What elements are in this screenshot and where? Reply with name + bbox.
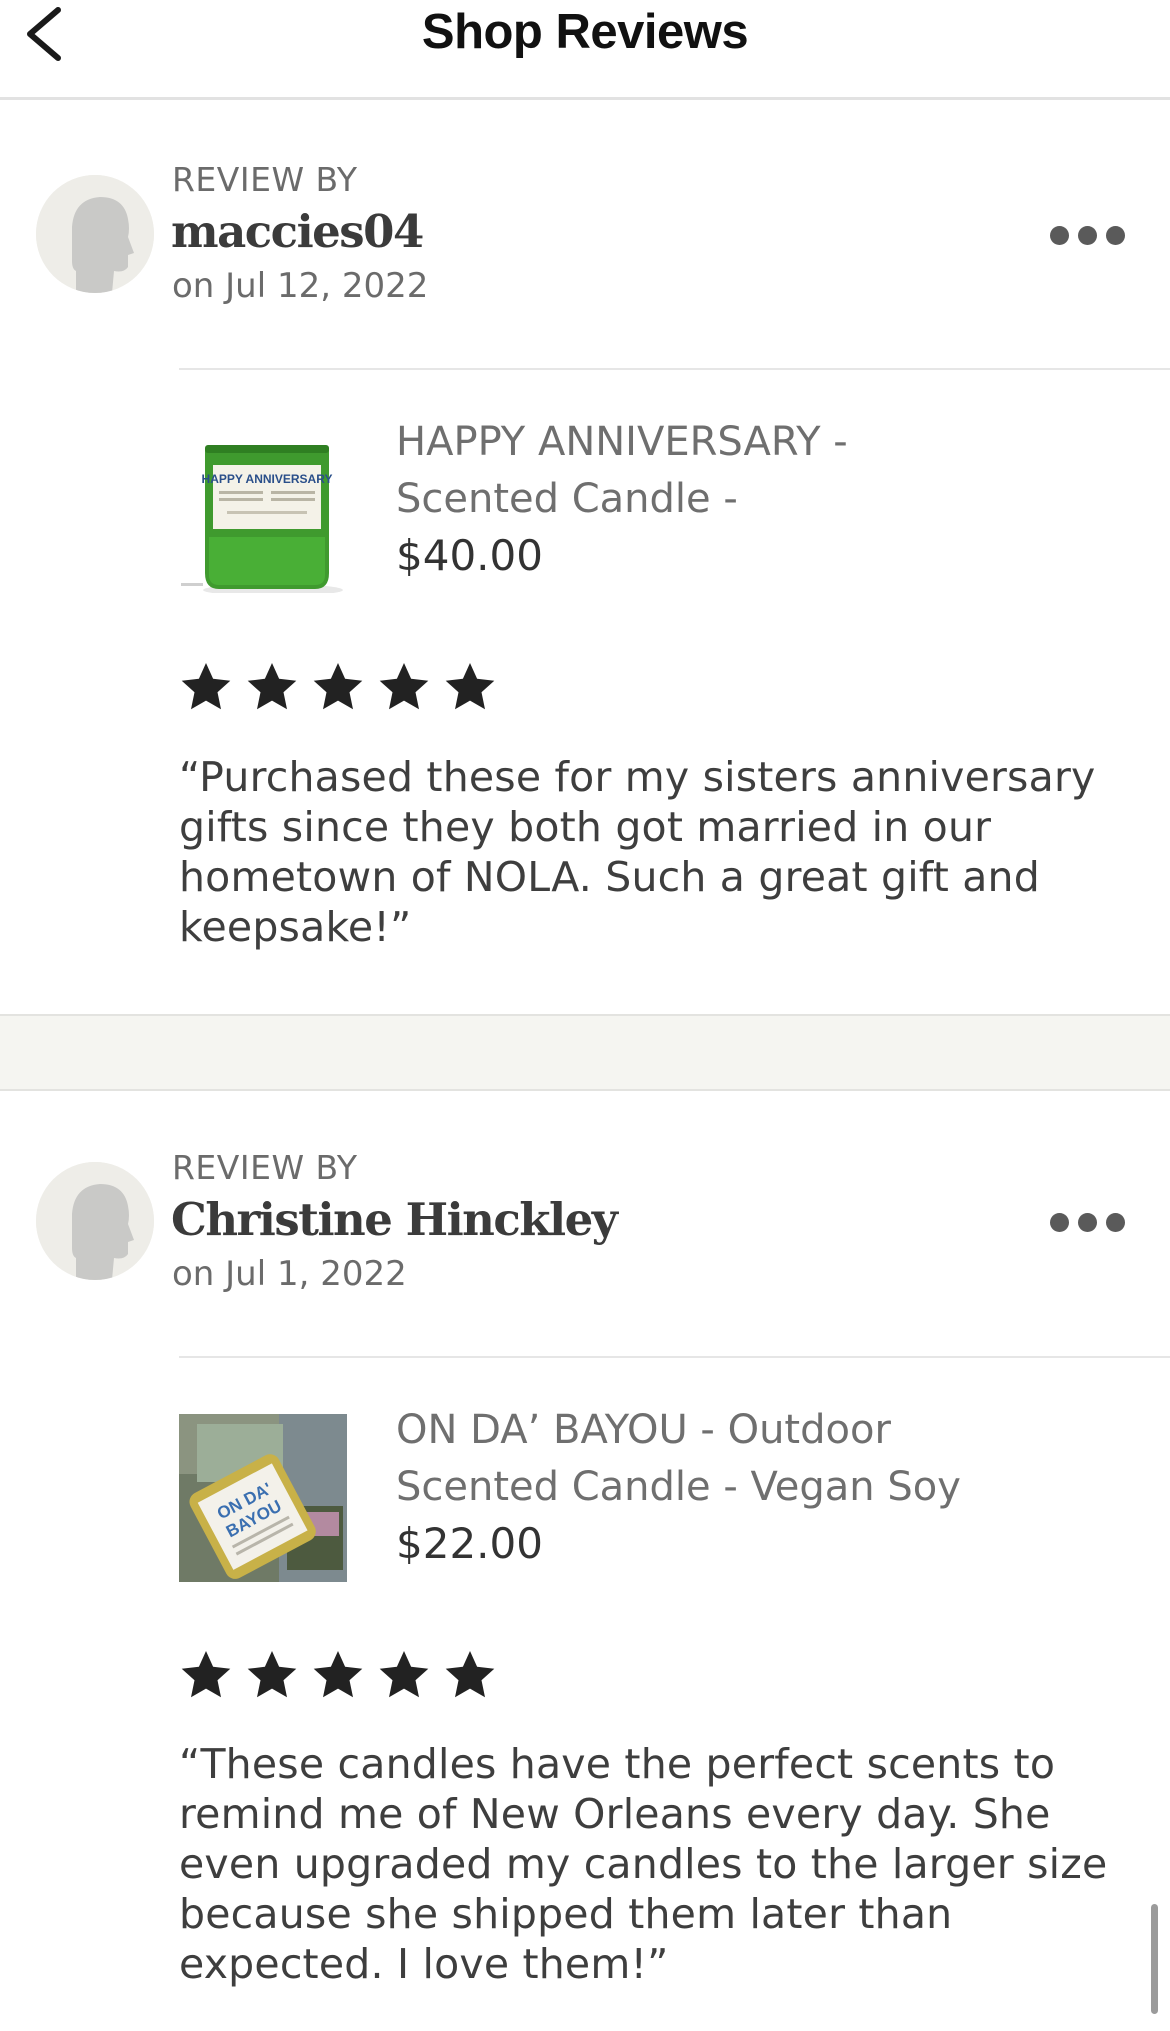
star-icon bbox=[379, 663, 429, 710]
page-title: Shop Reviews bbox=[421, 5, 749, 59]
product-thumbnail[interactable]: ON DA' BAYOU bbox=[179, 1414, 347, 1582]
default-user-avatar-icon[interactable] bbox=[36, 175, 154, 293]
default-user-avatar-icon[interactable] bbox=[36, 1162, 154, 1280]
star-icon bbox=[445, 1651, 495, 1698]
more-options-button[interactable] bbox=[1050, 216, 1126, 256]
star-icon bbox=[247, 1651, 297, 1698]
star-icon bbox=[247, 663, 297, 710]
review-date: on Jul 12, 2022 bbox=[172, 266, 429, 306]
product-title[interactable]: ON DA’ BAYOU - Outdoor Scented Candle - … bbox=[396, 1402, 1096, 1516]
review-date: on Jul 1, 2022 bbox=[172, 1254, 407, 1294]
product-price: $40.00 bbox=[396, 531, 543, 580]
review-by-label: REVIEW BY bbox=[172, 160, 358, 199]
reviewer-name[interactable]: maccies04 bbox=[171, 205, 424, 258]
star-icon bbox=[379, 1651, 429, 1698]
product-title-line: Scented Candle - Vegan Soy bbox=[396, 1464, 961, 1510]
star-icon bbox=[181, 1651, 231, 1698]
product-title-line: HAPPY ANNIVERSARY - bbox=[396, 419, 848, 465]
divider bbox=[179, 368, 1170, 370]
product-title-line: ON DA’ BAYOU - Outdoor bbox=[396, 1407, 891, 1453]
star-rating bbox=[176, 657, 496, 721]
more-horizontal-icon bbox=[1050, 226, 1069, 245]
reviewer-name[interactable]: Christine Hinckley bbox=[171, 1193, 618, 1246]
app-header: Shop Reviews bbox=[0, 0, 1170, 100]
star-rating bbox=[176, 1645, 496, 1709]
review-text: “These candles have the perfect scents t… bbox=[179, 1740, 1108, 1988]
star-icon bbox=[181, 663, 231, 710]
product-price: $22.00 bbox=[396, 1519, 543, 1568]
review-by-label: REVIEW BY bbox=[172, 1148, 358, 1187]
candle-label-text: HAPPY ANNIVERSARY bbox=[202, 472, 333, 486]
product-title-line: Scented Candle - bbox=[396, 476, 738, 522]
more-options-button[interactable] bbox=[1050, 1203, 1126, 1243]
more-horizontal-icon bbox=[1050, 1213, 1069, 1232]
product-title[interactable]: HAPPY ANNIVERSARY - Scented Candle - bbox=[396, 414, 1096, 528]
section-separator bbox=[0, 1014, 1170, 1091]
star-icon bbox=[313, 663, 363, 710]
scrollbar[interactable] bbox=[1151, 1904, 1158, 2014]
product-thumbnail[interactable]: HAPPY ANNIVERSARY bbox=[179, 425, 347, 593]
star-icon bbox=[445, 663, 495, 710]
review-text: “Purchased these for my sisters annivers… bbox=[179, 753, 1096, 951]
star-icon bbox=[313, 1651, 363, 1698]
divider bbox=[179, 1356, 1170, 1358]
